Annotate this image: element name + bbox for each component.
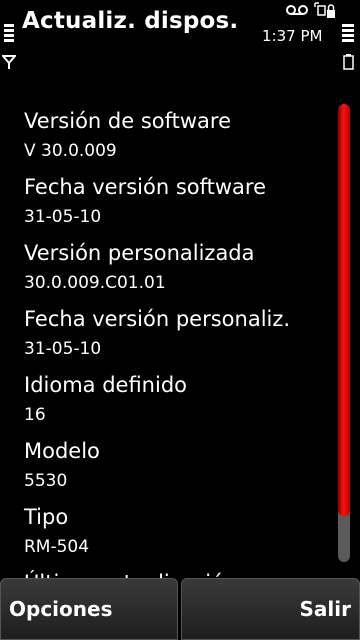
- detail-label: Fecha versión software: [24, 175, 267, 199]
- battery-level-icon: [342, 24, 354, 46]
- list-item[interactable]: Fecha versión personaliz. 31-05-10: [24, 306, 290, 360]
- list-item[interactable]: Fecha versión software 31-05-10: [24, 174, 266, 228]
- detail-label: Idioma definido: [24, 373, 188, 397]
- list-item[interactable]: Versión personalizada 30.0.009.C01.01: [24, 240, 255, 294]
- voicemail-icon: [286, 5, 308, 15]
- sim-lock-icon: [314, 2, 335, 18]
- list-item[interactable]: Última actualización: [24, 570, 237, 578]
- options-button[interactable]: Opciones: [0, 578, 178, 640]
- detail-value: 31-05-10: [24, 207, 102, 227]
- battery-icon: [343, 54, 354, 70]
- detail-value: 31-05-10: [24, 339, 102, 359]
- list-item[interactable]: Tipo RM-504: [24, 504, 89, 558]
- detail-label: Última actualización: [24, 570, 237, 578]
- details-list[interactable]: Versión de software V 30.0.009 Fecha versi…: [0, 98, 336, 578]
- signal-strength-icon: [4, 24, 14, 44]
- list-item[interactable]: Modelo 5530: [24, 438, 100, 492]
- softkey-bar: Opciones Salir: [0, 578, 360, 640]
- clock: 1:37 PM: [262, 27, 323, 45]
- detail-label: Fecha versión personaliz.: [24, 307, 291, 331]
- detail-label: Modelo: [24, 439, 100, 463]
- antenna-icon: [2, 55, 16, 69]
- detail-label: Versión de software: [24, 109, 232, 133]
- detail-value: 5530: [24, 471, 68, 491]
- scrollbar-thumb[interactable]: [338, 104, 350, 516]
- detail-value: RM-504: [24, 537, 90, 557]
- exit-button[interactable]: Salir: [181, 578, 360, 640]
- detail-label: Tipo: [24, 505, 69, 529]
- scrollbar[interactable]: [338, 104, 350, 562]
- list-item[interactable]: Idioma definido 16: [24, 372, 187, 426]
- detail-label: Versión personalizada: [24, 241, 255, 265]
- detail-value: 30.0.009.C01.01: [24, 273, 166, 293]
- detail-value: V 30.0.009: [24, 141, 117, 161]
- page-title: Actualiz. dispos.: [22, 8, 239, 34]
- detail-value: 16: [24, 405, 46, 425]
- list-item[interactable]: Versión de software V 30.0.009: [24, 108, 231, 162]
- status-bar: Actualiz. dispos. 1:37 PM: [0, 0, 360, 76]
